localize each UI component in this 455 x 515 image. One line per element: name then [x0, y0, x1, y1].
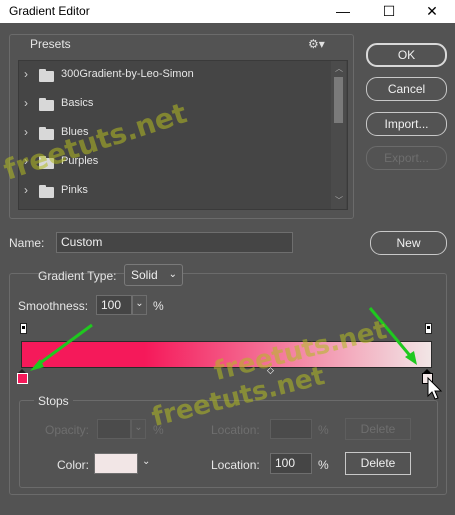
annotation-overlay — [30, 307, 443, 400]
mouse-cursor-icon — [427, 376, 443, 400]
green-arrow-left — [35, 323, 93, 368]
